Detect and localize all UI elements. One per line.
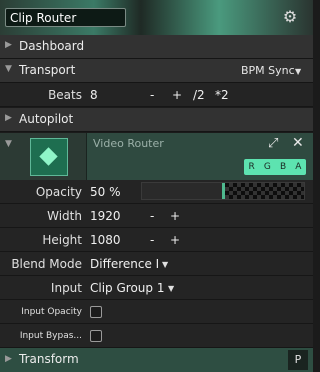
beats-value[interactable]: 8 <box>90 88 98 102</box>
opacity-row: Opacity 50 % <box>0 180 313 204</box>
input-dropdown[interactable]: Clip Group 1 <box>90 281 164 295</box>
width-value[interactable]: 1920 <box>90 209 121 223</box>
width-row: Width 1920 - + <box>0 204 313 228</box>
title-bar: Clip Router ⚙ <box>0 0 313 36</box>
clip-name-field[interactable]: Clip Router <box>5 8 126 27</box>
collapse-arrow-icon[interactable]: ▼ <box>5 139 12 149</box>
beats-row: Beats 8 - + /2 *2 <box>0 83 313 107</box>
beats-label: Beats <box>48 88 82 102</box>
input-bypass-label: Input Bypas... <box>19 331 82 341</box>
close-icon[interactable]: ✕ <box>292 135 304 151</box>
blend-mode-label: Blend Mode <box>11 257 82 271</box>
expand-icon[interactable]: ⤢ <box>268 136 278 151</box>
collapse-arrow-icon[interactable]: ▼ <box>5 64 12 74</box>
section-label: Transform <box>19 352 79 366</box>
p-button[interactable]: P <box>288 350 308 370</box>
opacity-label: Opacity <box>35 185 82 199</box>
section-label: Transport <box>19 63 76 77</box>
height-increment-button[interactable]: + <box>170 233 180 247</box>
input-bypass-row: Input Bypas... <box>0 324 313 348</box>
width-increment-button[interactable]: + <box>170 209 180 223</box>
beats-halve-button[interactable]: /2 <box>193 88 205 102</box>
chevron-down-icon[interactable]: ▼ <box>295 67 301 76</box>
beats-increment-button[interactable]: + <box>172 88 182 102</box>
input-opacity-checkbox[interactable] <box>90 306 102 318</box>
height-label: Height <box>42 233 82 247</box>
height-value[interactable]: 1080 <box>90 233 121 247</box>
opacity-fill <box>142 183 223 199</box>
section-label: Dashboard <box>19 39 85 53</box>
beats-double-button[interactable]: *2 <box>215 88 229 102</box>
blend-mode-dropdown[interactable]: Difference I <box>90 257 159 271</box>
height-row: Height 1080 - + <box>0 228 313 252</box>
section-transform[interactable]: ▶ Transform P <box>0 348 313 372</box>
channel-b[interactable]: B <box>280 162 286 172</box>
section-dashboard[interactable]: ▶ Dashboard <box>0 35 313 59</box>
diamond-icon <box>39 147 58 166</box>
chevron-down-icon[interactable]: ▼ <box>168 284 174 293</box>
chevron-down-icon[interactable]: ▼ <box>162 260 168 269</box>
expand-arrow-icon[interactable]: ▶ <box>5 354 12 364</box>
width-label: Width <box>47 209 82 223</box>
channel-r[interactable]: R <box>249 162 255 172</box>
beats-decrement-button[interactable]: - <box>150 88 154 102</box>
effect-thumbnail[interactable] <box>30 138 68 176</box>
blend-mode-row: Blend Mode Difference I ▼ <box>0 252 313 276</box>
video-router-panel: ▼ Video Router ⤢ ✕ R G B A <box>0 133 313 181</box>
opacity-slider[interactable] <box>141 182 305 200</box>
router-thumb-area: ▼ <box>0 133 87 180</box>
channel-g[interactable]: G <box>264 162 271 172</box>
opacity-value[interactable]: 50 % <box>90 185 121 199</box>
input-bypass-checkbox[interactable] <box>90 330 102 342</box>
input-opacity-row: Input Opacity <box>0 300 313 324</box>
input-label: Input <box>50 281 82 295</box>
section-label: Autopilot <box>19 112 74 126</box>
width-decrement-button[interactable]: - <box>150 209 154 223</box>
channel-a[interactable]: A <box>295 162 301 172</box>
sync-mode-dropdown[interactable]: BPM Sync <box>241 64 295 77</box>
opacity-checker <box>225 183 304 199</box>
input-opacity-label: Input Opacity <box>21 307 82 317</box>
gear-icon[interactable]: ⚙ <box>282 9 298 25</box>
rgba-channel-toggle[interactable]: R G B A <box>244 159 306 175</box>
expand-arrow-icon[interactable]: ▶ <box>5 40 12 50</box>
section-autopilot[interactable]: ▶ Autopilot <box>0 108 313 132</box>
height-decrement-button[interactable]: - <box>150 233 154 247</box>
effect-name: Video Router <box>93 137 164 150</box>
section-transport[interactable]: ▼ Transport BPM Sync ▼ <box>0 59 313 83</box>
input-row: Input Clip Group 1 ▼ <box>0 276 313 300</box>
expand-arrow-icon[interactable]: ▶ <box>5 113 12 123</box>
